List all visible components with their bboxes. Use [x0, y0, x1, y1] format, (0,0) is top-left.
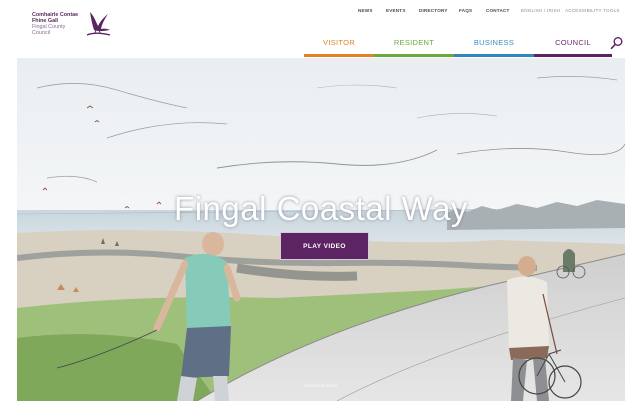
nav-resident-bar — [374, 54, 454, 57]
search-icon[interactable] — [610, 36, 624, 50]
faqs-link[interactable]: FAQS — [459, 8, 472, 13]
council-logo[interactable]: Comhairle Contae Fhine Gall Fingal Count… — [28, 8, 128, 44]
nav-visitor-label: VISITOR — [323, 38, 355, 47]
nav-council[interactable]: COUNCIL — [534, 38, 612, 57]
nav-resident-label: RESIDENT — [393, 38, 435, 47]
nav-council-label: COUNCIL — [555, 38, 591, 47]
language-toggle-link[interactable]: ENGLISH / IRISH — [521, 8, 560, 13]
logo-line-4: Council — [32, 30, 50, 36]
news-link[interactable]: NEWS — [358, 8, 373, 13]
accessibility-tools-link[interactable]: ACCESSIBILITY TOOLS — [565, 8, 620, 13]
nav-business-label: BUSINESS — [473, 38, 515, 47]
play-video-button[interactable]: PLAY VIDEO — [280, 232, 369, 260]
contact-link[interactable]: CONTACT — [486, 8, 510, 13]
nav-visitor-bar — [304, 54, 374, 57]
nav-business-bar — [454, 54, 534, 57]
site-header: Comhairle Contae Fhine Gall Fingal Count… — [0, 0, 642, 57]
hero-title: Fingal Coastal Way — [174, 190, 468, 227]
nav-council-bar — [534, 54, 612, 57]
directory-link[interactable]: DIRECTORY — [419, 8, 448, 13]
coastal-way-illustration — [17, 58, 625, 401]
events-link[interactable]: EVENTS — [386, 8, 406, 13]
heron-bird-logo-icon — [86, 12, 111, 36]
hero-banner: Fingal Coastal Way PLAY VIDEO DISCOVER M… — [17, 58, 625, 401]
nav-business[interactable]: BUSINESS — [454, 38, 534, 57]
nav-resident[interactable]: RESIDENT — [374, 38, 454, 57]
logo-text: Comhairle Contae Fhine Gall Fingal Count… — [32, 12, 78, 36]
nav-visitor[interactable]: VISITOR — [304, 38, 374, 57]
scroll-hint[interactable]: DISCOVER MORE — [17, 384, 625, 388]
